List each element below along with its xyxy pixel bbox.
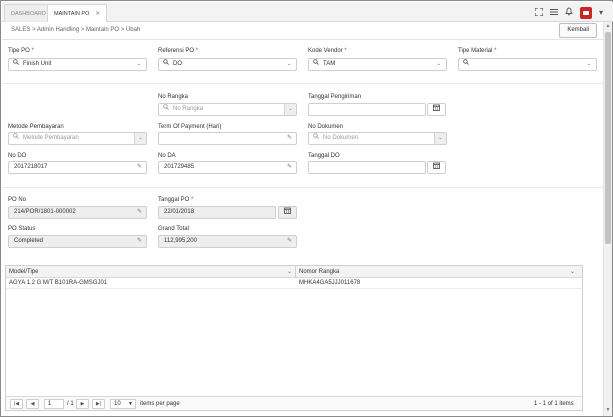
avatar[interactable]: [579, 7, 592, 19]
referensi-po-select[interactable]: DO ⌄: [158, 58, 297, 71]
tab-dashboard-label: DASHBOARD: [11, 11, 46, 17]
no-da-input[interactable]: 201729485 ✎: [158, 161, 297, 174]
kode-vendor-label: Kode Vendor *: [308, 48, 347, 54]
pencil-icon: ✎: [136, 238, 142, 244]
next-page-button[interactable]: ▶: [76, 399, 89, 409]
column-menu-icon[interactable]: ⌄: [287, 266, 292, 278]
calendar-icon[interactable]: [427, 103, 446, 116]
chevron-down-icon: ⌄: [434, 133, 446, 144]
grid-header: Model/Tipe Nomor Rangka ⌄ ⌄: [6, 266, 582, 278]
scroll-up-icon[interactable]: ▲: [605, 23, 611, 29]
referensi-po-label: Referensi PO *: [158, 48, 199, 54]
close-icon[interactable]: ✕: [95, 11, 100, 17]
window-frame: DASHBOARD MAINTAIN PO ✕ ▾ SALES > Admin H…: [0, 0, 613, 417]
grand-total-label: Grand Total: [158, 226, 189, 232]
search-icon: [13, 133, 19, 144]
pencil-icon: ✎: [136, 209, 142, 215]
term-of-payment-label: Term Of Payment (Hari): [158, 124, 222, 130]
chevron-down-icon[interactable]: ▾: [599, 8, 603, 18]
column-header-model-tipe[interactable]: Model/Tipe: [9, 266, 38, 278]
page-count: / 1: [67, 401, 74, 407]
tanggal-pengiriman-input[interactable]: [308, 103, 426, 116]
no-dokumen-select[interactable]: No Dokumen ⌄: [308, 132, 447, 145]
bell-icon[interactable]: [565, 7, 573, 19]
tab-maintain-po-label: MAINTAIN PO: [54, 11, 90, 17]
tipe-po-select[interactable]: Finish Unit ⌄: [8, 58, 147, 71]
no-da-label: No DA: [158, 153, 176, 159]
page-size-select[interactable]: 10 ▼: [110, 399, 136, 409]
caret-down-icon: ▼: [128, 401, 133, 407]
vertical-scrollbar[interactable]: ▲ ▼: [603, 22, 612, 416]
pager-summary: 1 - 1 of 1 items: [534, 401, 574, 407]
tipe-material-select[interactable]: ⌄: [458, 58, 597, 71]
search-icon: [313, 59, 319, 70]
po-no-input: 214/POR/1801-000002 ✎: [8, 206, 147, 219]
last-page-button[interactable]: ▶|: [92, 399, 105, 409]
scroll-down-icon[interactable]: ▼: [605, 407, 611, 413]
no-dokumen-label: No Dokumen: [308, 124, 344, 130]
no-do-label: No DO: [8, 153, 27, 159]
term-of-payment-input[interactable]: ✎: [158, 132, 297, 145]
chevron-down-icon: ⌄: [284, 104, 296, 115]
cell-model-tipe: AGYA 1.2 G M/T B101RA-GMSGJ01: [9, 280, 108, 286]
calendar-icon[interactable]: [278, 206, 297, 219]
divider: [2, 187, 603, 188]
items-per-page-label: items per page: [140, 401, 180, 407]
search-icon: [163, 104, 169, 115]
tipe-material-label: Tipe Material *: [458, 48, 497, 54]
tab-bar: DASHBOARD MAINTAIN PO ✕ ▾: [2, 2, 613, 23]
chevron-down-icon: ⌄: [586, 61, 591, 67]
tanggal-po-input[interactable]: 22/01/2018: [158, 206, 276, 219]
expand-icon[interactable]: [534, 6, 544, 19]
cell-nomor-rangka: MHKA4GA5JJJ011678: [299, 280, 361, 286]
po-status-input: Completed ✎: [8, 235, 147, 248]
metode-pembayaran-select[interactable]: Metode Pembayaran ⌄: [8, 132, 147, 145]
first-page-button[interactable]: |◀: [10, 399, 23, 409]
chevron-down-icon: ⌄: [136, 61, 141, 67]
no-rangka-select[interactable]: No Rangka ⌄: [158, 103, 297, 116]
calendar-icon[interactable]: [427, 161, 446, 174]
no-rangka-label: No Rangka: [158, 94, 189, 100]
tanggal-do-label: Tanggal DO: [308, 153, 340, 159]
pencil-icon: ✎: [136, 164, 142, 170]
chevron-down-icon: ⌄: [286, 61, 291, 67]
column-divider: [295, 266, 296, 278]
search-icon: [463, 59, 469, 70]
po-no-label: PO No: [8, 197, 27, 203]
scroll-thumb[interactable]: [605, 32, 611, 244]
tipe-po-label: Tipe PO *: [8, 48, 34, 54]
pencil-icon: ✎: [286, 238, 292, 244]
tanggal-po-label: Tanggal PO *: [158, 197, 194, 203]
pencil-icon: ✎: [286, 164, 292, 170]
prev-page-button[interactable]: ◀: [26, 399, 39, 409]
search-icon: [13, 59, 19, 70]
no-do-input[interactable]: 2017218017 ✎: [8, 161, 147, 174]
tanggal-do-input[interactable]: [308, 161, 426, 174]
column-menu-icon[interactable]: ⌄: [570, 266, 575, 278]
chevron-down-icon: ⌄: [134, 133, 146, 144]
po-status-label: PO Status: [8, 226, 36, 232]
kode-vendor-select[interactable]: TAM ⌄: [308, 58, 447, 71]
top-toolbar: ▾: [534, 5, 603, 21]
tanggal-pengiriman-label: Tanggal Pengiriman: [308, 94, 362, 100]
tab-maintain-po[interactable]: MAINTAIN PO ✕: [47, 4, 107, 23]
breadcrumb-bar: SALES > Admin Handling > Maintain PO > U…: [2, 22, 603, 40]
page-number-input[interactable]: 1: [44, 399, 64, 409]
detail-grid: Model/Tipe Nomor Rangka ⌄ ⌄ AGYA 1.2 G M…: [5, 265, 583, 411]
chevron-down-icon: ⌄: [436, 61, 441, 67]
tab-dashboard[interactable]: DASHBOARD: [4, 4, 53, 22]
search-icon: [313, 133, 319, 144]
grand-total-input: 112,995,200 ✎: [158, 235, 297, 248]
divider: [2, 83, 603, 84]
breadcrumb: SALES > Admin Handling > Maintain PO > U…: [11, 27, 141, 33]
metode-pembayaran-label: Metode Pembayaran: [8, 124, 64, 130]
column-header-nomor-rangka[interactable]: Nomor Rangka: [299, 266, 339, 278]
search-icon: [163, 59, 169, 70]
grid-pager: |◀ ◀ 1 / 1 ▶ ▶| 10 ▼ items per page 1 - 1…: [6, 396, 582, 410]
menu-icon[interactable]: [549, 8, 558, 19]
kembali-button[interactable]: Kembali: [559, 23, 597, 38]
pencil-icon: ✎: [286, 135, 292, 141]
table-row[interactable]: AGYA 1.2 G M/T B101RA-GMSGJ01 MHKA4GA5JJ…: [6, 278, 582, 289]
